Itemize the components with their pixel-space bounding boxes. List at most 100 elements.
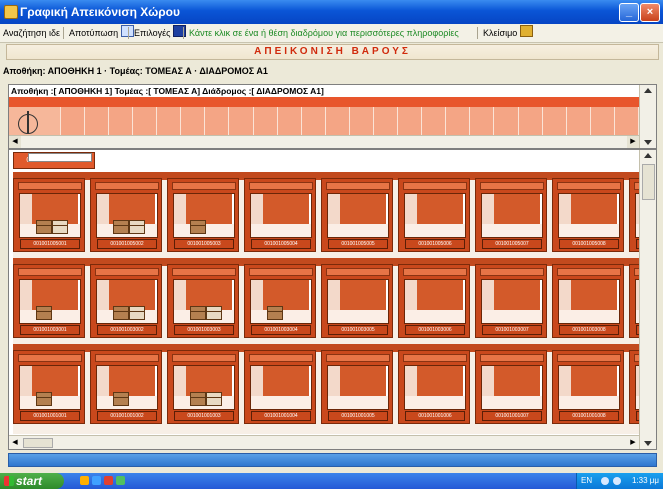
strip-cell[interactable]: [566, 107, 591, 135]
bay-back: [340, 194, 386, 224]
close-button[interactable]: ×: [640, 3, 660, 22]
menu-search[interactable]: Αναζήτηση ιδε: [3, 24, 60, 42]
rack-cell[interactable]: 001001003002: [90, 264, 162, 338]
menu-save[interactable]: Αποτύπωση: [69, 24, 135, 42]
strip-cell[interactable]: [446, 107, 471, 135]
volume-icon[interactable]: [601, 477, 609, 485]
start-button[interactable]: start: [0, 473, 64, 489]
menu-options[interactable]: Επιλογές: [134, 24, 187, 42]
cell-bay: [19, 279, 81, 324]
language-indicator[interactable]: EN: [581, 473, 592, 489]
rack-cell[interactable]: 001001003001: [13, 264, 85, 338]
network-icon[interactable]: [613, 477, 621, 485]
scroll-up-icon[interactable]: [644, 88, 652, 93]
browser-icon[interactable]: [92, 476, 101, 485]
strip-cell[interactable]: [494, 107, 519, 135]
strip-cell[interactable]: [325, 107, 350, 135]
cell-bay: [19, 193, 81, 238]
package-icon: [36, 306, 52, 320]
cell-code: 001001005006: [405, 239, 465, 249]
rack-vertical-scrollbar[interactable]: [639, 150, 656, 449]
aisle-strip: [9, 107, 640, 135]
bay-back: [494, 366, 540, 396]
rack-cell[interactable]: 001001001001: [13, 350, 85, 424]
rack-cell[interactable]: 001001005004: [244, 178, 316, 252]
cell-lid: [249, 182, 313, 190]
rack-cell[interactable]: 001001001002: [90, 350, 162, 424]
rack-cell[interactable]: 001001003007: [475, 264, 547, 338]
strip-cell[interactable]: [60, 107, 85, 135]
window-titlebar[interactable]: Γραφική Απεικόνιση Χώρου _ ×: [0, 0, 663, 24]
strip-cell[interactable]: [518, 107, 543, 135]
rack-cell[interactable]: 001001001003: [167, 350, 239, 424]
strip-cell[interactable]: [181, 107, 206, 135]
scroll-up-icon[interactable]: [644, 153, 652, 158]
overview-horizontal-scrollbar[interactable]: ◀ ▶: [9, 135, 639, 148]
scroll-thumb[interactable]: [23, 438, 53, 448]
scroll-left-icon[interactable]: ◀: [9, 136, 21, 148]
strip-cell[interactable]: [614, 107, 640, 135]
bay-flr: [328, 310, 388, 323]
cell-bay: [558, 365, 620, 410]
menu-separator: [63, 27, 64, 39]
scroll-down-icon[interactable]: [644, 441, 652, 446]
cell-code: 001001005005: [328, 239, 388, 249]
rack-horizontal-scrollbar[interactable]: ◀ ▶: [9, 435, 639, 449]
explorer-icon[interactable]: [116, 476, 125, 485]
rack-cell[interactable]: 001001001008: [552, 350, 624, 424]
scroll-left-icon[interactable]: ◀: [9, 436, 21, 449]
cell-code: 001001005001: [20, 239, 80, 249]
package-icon: [190, 306, 206, 320]
cell-lid: [172, 354, 236, 362]
cell-bay: [173, 365, 235, 410]
rack-cell[interactable]: 001001001006: [398, 350, 470, 424]
minimize-button[interactable]: _: [619, 3, 639, 22]
rack-cell[interactable]: 001001005005: [321, 178, 393, 252]
strip-cell[interactable]: [542, 107, 567, 135]
quicklaunch-icon[interactable]: [80, 476, 89, 485]
cell-lid: [95, 182, 159, 190]
strip-cell[interactable]: [133, 107, 158, 135]
strip-cell[interactable]: [108, 107, 134, 135]
rack-cell[interactable]: 001001005003: [167, 178, 239, 252]
overview-vertical-scrollbar[interactable]: [639, 85, 656, 148]
strip-cell[interactable]: [590, 107, 615, 135]
strip-cell[interactable]: [470, 107, 495, 135]
rack-cell[interactable]: 001001003003: [167, 264, 239, 338]
strip-cell[interactable]: [84, 107, 109, 135]
strip-cell[interactable]: [229, 107, 254, 135]
cell-lid: [480, 268, 544, 276]
strip-cell[interactable]: [277, 107, 302, 135]
rack-cell[interactable]: 001001005008: [552, 178, 624, 252]
rack-row: 001001003001 001001003002 001001003003 0010…: [13, 258, 656, 338]
scroll-right-icon[interactable]: ▶: [627, 436, 639, 449]
aisle-tab[interactable]: 001001-NA01-NA: [13, 152, 95, 169]
rack-cell[interactable]: 001001005001: [13, 178, 85, 252]
strip-cell[interactable]: [349, 107, 375, 135]
strip-cell[interactable]: [374, 107, 399, 135]
cell-bay: [327, 279, 389, 324]
strip-cell-gauge[interactable]: [9, 107, 61, 135]
strip-cell[interactable]: [253, 107, 278, 135]
strip-cell[interactable]: [422, 107, 447, 135]
menu-close[interactable]: Κλείσιμο: [483, 24, 534, 42]
rack-cell[interactable]: 001001003008: [552, 264, 624, 338]
strip-cell[interactable]: [157, 107, 182, 135]
strip-cell[interactable]: [301, 107, 326, 135]
strip-cell[interactable]: [398, 107, 423, 135]
strip-cell[interactable]: [205, 107, 230, 135]
rack-cell[interactable]: 001001003004: [244, 264, 316, 338]
rack-cell[interactable]: 001001001005: [321, 350, 393, 424]
rack-cell[interactable]: 001001005007: [475, 178, 547, 252]
rack-cell[interactable]: 001001005002: [90, 178, 162, 252]
scroll-thumb[interactable]: [642, 164, 655, 200]
rack-cell[interactable]: 001001003005: [321, 264, 393, 338]
media-icon[interactable]: [104, 476, 113, 485]
rack-cell[interactable]: 001001005006: [398, 178, 470, 252]
scroll-right-icon[interactable]: ▶: [627, 136, 639, 148]
rack-cell[interactable]: 001001003006: [398, 264, 470, 338]
cell-lid: [326, 182, 390, 190]
rack-cell[interactable]: 001001001007: [475, 350, 547, 424]
scroll-down-icon[interactable]: [644, 140, 652, 145]
rack-cell[interactable]: 001001001004: [244, 350, 316, 424]
